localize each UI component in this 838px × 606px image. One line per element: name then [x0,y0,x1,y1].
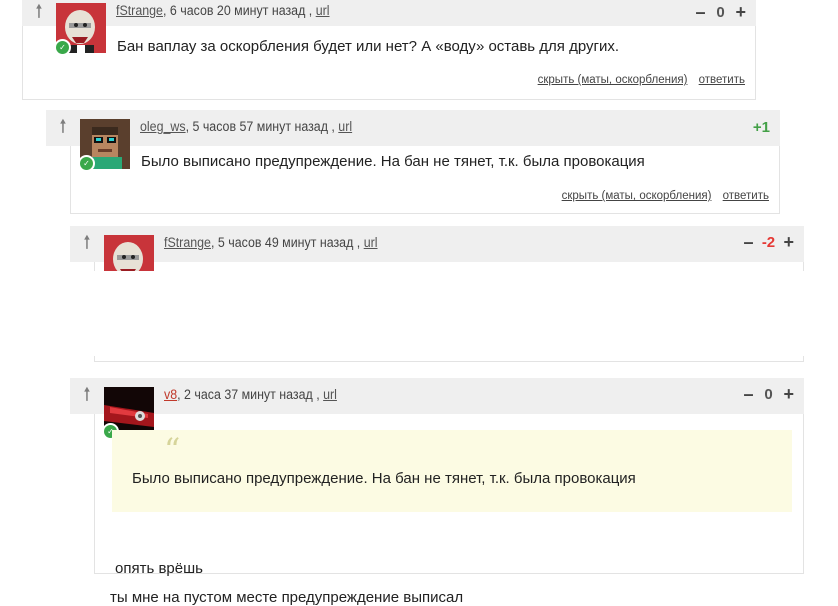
comment-time: , 5 часов 57 минут назад , [185,119,339,134]
comment-permalink[interactable]: url [323,387,337,402]
comment-score: +1 [752,119,770,136]
plus-icon[interactable]: + [783,233,794,251]
minus-icon[interactable]: – [695,3,705,21]
comment-author[interactable]: fStrange [116,3,163,18]
comment-header: 🠑 fStrange, 5 часов 49 минут назад , url… [70,226,804,262]
comment-header: 🠑 oleg_ws, 5 часов 57 минут назад , url … [46,110,780,146]
hide-comment-link[interactable]: скрыть (маты, оскорбления) [538,74,688,86]
comment-body: Было выписано предупреждение. На бан не … [70,146,780,214]
comment-text-line: ты мне на пустом месте предупреждение вы… [110,589,464,606]
vote-controls: – 0 + [743,385,794,403]
comment-score: 0 [764,385,773,403]
comment-permalink[interactable]: url [316,3,330,18]
comment: 🠑 fStrange, 6 часов 20 минут назад , url… [22,0,756,100]
reply-link[interactable]: ответить [699,74,745,86]
vote-controls: – -2 + [743,233,794,251]
comment-header: 🠑 fStrange, 6 часов 20 минут назад , url… [22,0,756,26]
content-overlay [0,271,838,356]
quote-icon: “ [164,431,181,469]
comment-score: -2 [761,233,776,251]
reply-link[interactable]: ответить [723,190,769,202]
comment-author[interactable]: fStrange [164,235,211,250]
comment-author[interactable]: v8 [164,387,177,402]
plus-icon[interactable]: + [735,3,746,21]
quoted-text: Было выписано предупреждение. На бан не … [132,470,636,487]
comment-actions: скрыть (маты, оскорбления) ответить [554,190,769,202]
comment-author[interactable]: oleg_ws [140,119,186,134]
arrow-up-icon[interactable]: 🠑 [54,117,72,137]
comment-time: , 6 часов 20 минут назад , [162,3,316,18]
check-icon: ✓ [78,155,95,172]
comment-score: 0 [716,3,725,21]
comment-permalink[interactable]: url [338,119,352,134]
comment-meta: v8, 2 часа 37 минут назад , url [164,387,337,402]
comment-body: Бан ваплау за оскорбления будет или нет?… [22,26,756,100]
vote-controls: +1 [753,119,770,136]
comment-text: Было выписано предупреждение. На бан не … [141,153,645,170]
hide-comment-link[interactable]: скрыть (маты, оскорбления) [562,190,712,202]
minus-icon[interactable]: – [743,233,753,251]
comment-time: , 2 часа 37 минут назад , [177,387,324,402]
comment-permalink[interactable]: url [364,235,378,250]
comment-meta: oleg_ws, 5 часов 57 минут назад , url [140,119,352,134]
comment-actions: скрыть (маты, оскорбления) ответить [530,74,745,86]
comment-time: , 5 часов 49 минут назад , [210,235,364,250]
comment-text: Бан ваплау за оскорбления будет или нет?… [117,38,620,55]
comment-meta: fStrange, 5 часов 49 минут назад , url [164,235,378,250]
comment-meta: fStrange, 6 часов 20 минут назад , url [116,3,330,18]
vote-controls: – 0 + [695,3,746,21]
comment-text-line: опять врёшь [115,560,203,577]
quoted-text-block: “ Было выписано предупреждение. На бан н… [112,430,792,512]
comment: 🠑 oleg_ws, 5 часов 57 минут назад , url … [46,110,780,214]
arrow-up-icon[interactable]: 🠑 [78,385,96,405]
comment-header: 🠑 v8, 2 часа 37 минут назад , url – 0 + [70,378,804,414]
check-icon: ✓ [54,39,71,56]
minus-icon[interactable]: – [743,385,753,403]
arrow-up-icon[interactable]: 🠑 [78,233,96,253]
plus-icon[interactable]: + [783,385,794,403]
arrow-up-icon[interactable]: 🠑 [30,2,48,22]
